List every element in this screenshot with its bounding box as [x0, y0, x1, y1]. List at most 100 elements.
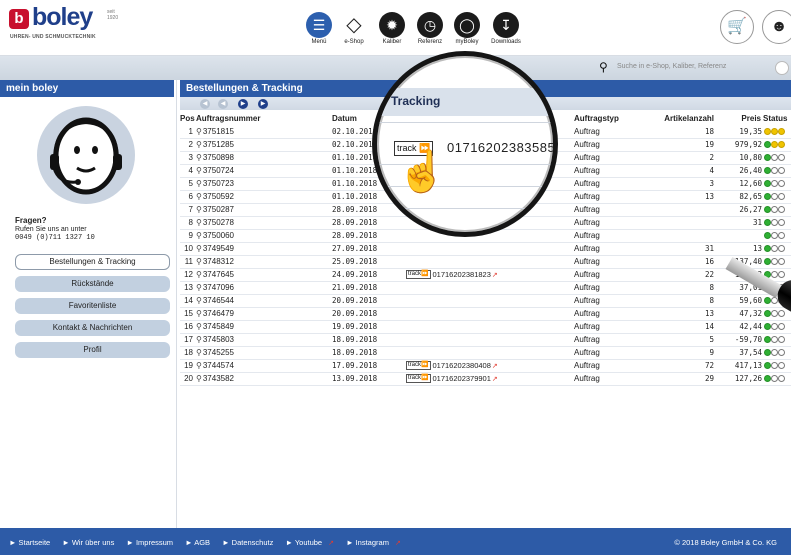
- footer-link-about[interactable]: ► Wir über uns: [62, 538, 119, 547]
- cell-count: 13: [660, 190, 720, 204]
- table-row[interactable]: 13 ⚲3747096 21.09.2018 Auftrag 8 37,01: [180, 281, 791, 295]
- status-light-icon: [764, 297, 771, 305]
- cell-order[interactable]: ⚲3747096: [196, 281, 332, 295]
- cell-order[interactable]: ⚲3750287: [196, 203, 332, 217]
- cell-date: 19.09.2018: [332, 320, 406, 334]
- cell-pos: 3: [180, 151, 196, 165]
- tracking-number[interactable]: 01716202379901: [433, 374, 491, 383]
- search-icon[interactable]: ⚲: [599, 60, 608, 74]
- cell-count: 5: [660, 333, 720, 347]
- table-row[interactable]: 14 ⚲3746544 20.09.2018 Auftrag 8 59,60: [180, 294, 791, 308]
- track-button[interactable]: track⏩: [406, 270, 431, 280]
- cell-order[interactable]: ⚲3745803: [196, 333, 332, 347]
- cell-order[interactable]: ⚲3746544: [196, 294, 332, 308]
- user-button[interactable]: ☻: [762, 10, 791, 44]
- sidebar-item-orders-tracking[interactable]: Bestellungen & Tracking: [15, 254, 170, 270]
- cell-order[interactable]: ⚲3751285: [196, 138, 332, 152]
- cell-count: 14: [660, 320, 720, 334]
- sidebar-item-contact[interactable]: Kontakt & Nachrichten: [15, 320, 170, 336]
- cell-order[interactable]: ⚲3750723: [196, 177, 332, 191]
- last-page-button[interactable]: ▶: [258, 99, 268, 109]
- tracking-number[interactable]: 01716202381823: [433, 270, 491, 279]
- table-row[interactable]: 12 ⚲3747645 24.09.2018 track⏩ 01716202381823…: [180, 268, 791, 282]
- attachment-icon: ⚲: [196, 283, 202, 292]
- col-pos[interactable]: Pos: [180, 112, 196, 125]
- next-page-button[interactable]: ▶: [238, 99, 248, 109]
- order-number: 3745803: [202, 335, 235, 344]
- help-text: Rufen Sie uns an unter: [15, 226, 87, 233]
- footer-link-youtube[interactable]: ► Youtube ↗: [285, 538, 339, 547]
- cell-count: 13: [660, 307, 720, 321]
- table-row[interactable]: 10 ⚲3749549 27.09.2018 Auftrag 31 13: [180, 242, 791, 256]
- cell-order[interactable]: ⚲3745255: [196, 346, 332, 360]
- order-number: 3747645: [202, 270, 235, 279]
- table-row[interactable]: 15 ⚲3746479 20.09.2018 Auftrag 13 47,32: [180, 307, 791, 321]
- table-row[interactable]: 20 ⚲3743582 13.09.2018 track⏩ 01716202379901…: [180, 372, 791, 386]
- footer-link-impressum[interactable]: ► Impressum: [126, 538, 178, 547]
- sidebar-item-profile[interactable]: Profil: [15, 342, 170, 358]
- cell-order[interactable]: ⚲3749549: [196, 242, 332, 256]
- sidebar-item-favorites[interactable]: Favoritenliste: [15, 298, 170, 314]
- table-row[interactable]: 11 ⚲3748312 25.09.2018 Auftrag 16 137,40: [180, 255, 791, 269]
- track-label: track: [408, 362, 422, 369]
- cell-order[interactable]: ⚲3745849: [196, 320, 332, 334]
- col-order[interactable]: Auftragsnummer: [196, 112, 332, 125]
- cell-order[interactable]: ⚲3750724: [196, 164, 332, 178]
- external-link-icon: ↗: [491, 271, 498, 279]
- table-row[interactable]: 19 ⚲3744574 17.09.2018 track⏩ 01716202380408…: [180, 359, 791, 373]
- status-light-icon: [771, 310, 778, 318]
- footer-link-datenschutz[interactable]: ► Datenschutz: [222, 538, 278, 547]
- cell-order[interactable]: ⚲3750592: [196, 190, 332, 204]
- cell-order[interactable]: ⚲3751815: [196, 125, 332, 139]
- prev-page-button[interactable]: ◀: [218, 99, 228, 109]
- boley-logo[interactable]: b boley seit 1920 UHREN- UND SCHMUCKTECH…: [9, 3, 121, 43]
- col-price[interactable]: Preis: [720, 112, 763, 125]
- cell-type: Auftrag: [574, 203, 660, 217]
- order-number: 3748312: [202, 257, 235, 266]
- cell-type: Auftrag: [574, 164, 660, 178]
- footer-link-agb[interactable]: ► AGB: [185, 538, 215, 547]
- cell-pos: 4: [180, 164, 196, 178]
- order-number: 3745255: [202, 348, 235, 357]
- clock-icon: ◷: [417, 12, 443, 38]
- table-row[interactable]: 16 ⚲3745849 19.09.2018 Auftrag 14 42,44: [180, 320, 791, 334]
- col-count[interactable]: Artikelanzahl: [660, 112, 720, 125]
- cell-order[interactable]: ⚲3744574: [196, 359, 332, 373]
- cell-count: 16: [660, 255, 720, 269]
- search-submit-button[interactable]: [775, 61, 789, 75]
- track-button[interactable]: track⏩: [406, 361, 431, 371]
- footer-link-startseite[interactable]: ► Startseite: [9, 538, 55, 547]
- col-type[interactable]: Auftragstyp: [574, 112, 660, 125]
- cell-price: 10,80: [720, 151, 763, 165]
- table-row[interactable]: 18 ⚲3745255 18.09.2018 Auftrag 9 37,54: [180, 346, 791, 360]
- nav-downloads[interactable]: ↧ Downloads: [483, 12, 529, 45]
- status-light-icon: [764, 180, 771, 188]
- status-light-icon: [771, 349, 778, 357]
- status-light-icon: [764, 232, 771, 240]
- cell-type: Auftrag: [574, 229, 660, 243]
- cell-type: Auftrag: [574, 242, 660, 256]
- footer-link-label: Impressum: [135, 538, 174, 547]
- sidebar-item-backorders[interactable]: Rückstände: [15, 276, 170, 292]
- table-row[interactable]: 17 ⚲3745803 18.09.2018 Auftrag 5 -59,70: [180, 333, 791, 347]
- order-number: 3750724: [202, 166, 235, 175]
- search-input[interactable]: Suche in e-Shop, Kaliber, Referenz: [617, 63, 726, 70]
- cell-order[interactable]: ⚲3750278: [196, 216, 332, 230]
- track-button[interactable]: track⏩: [406, 374, 431, 384]
- cell-pos: 8: [180, 216, 196, 230]
- gear-icon: ✹: [379, 12, 405, 38]
- tracking-number[interactable]: 01716202380408: [433, 361, 491, 370]
- cell-price: 26,27: [720, 203, 763, 217]
- cell-order[interactable]: ⚲3750898: [196, 151, 332, 165]
- cell-order[interactable]: ⚲3748312: [196, 255, 332, 269]
- cell-count: [660, 229, 720, 243]
- cell-order[interactable]: ⚲3750060: [196, 229, 332, 243]
- cell-order[interactable]: ⚲3743582: [196, 372, 332, 386]
- cell-order[interactable]: ⚲3746479: [196, 307, 332, 321]
- cell-order[interactable]: ⚲3747645: [196, 268, 332, 282]
- footer-link-instagram[interactable]: ► Instagram ↗: [346, 538, 406, 547]
- first-page-button[interactable]: ◀: [200, 99, 210, 109]
- col-status[interactable]: Status: [763, 112, 791, 125]
- cart-button[interactable]: 🛒: [720, 10, 754, 44]
- cell-price: 47,32: [720, 307, 763, 321]
